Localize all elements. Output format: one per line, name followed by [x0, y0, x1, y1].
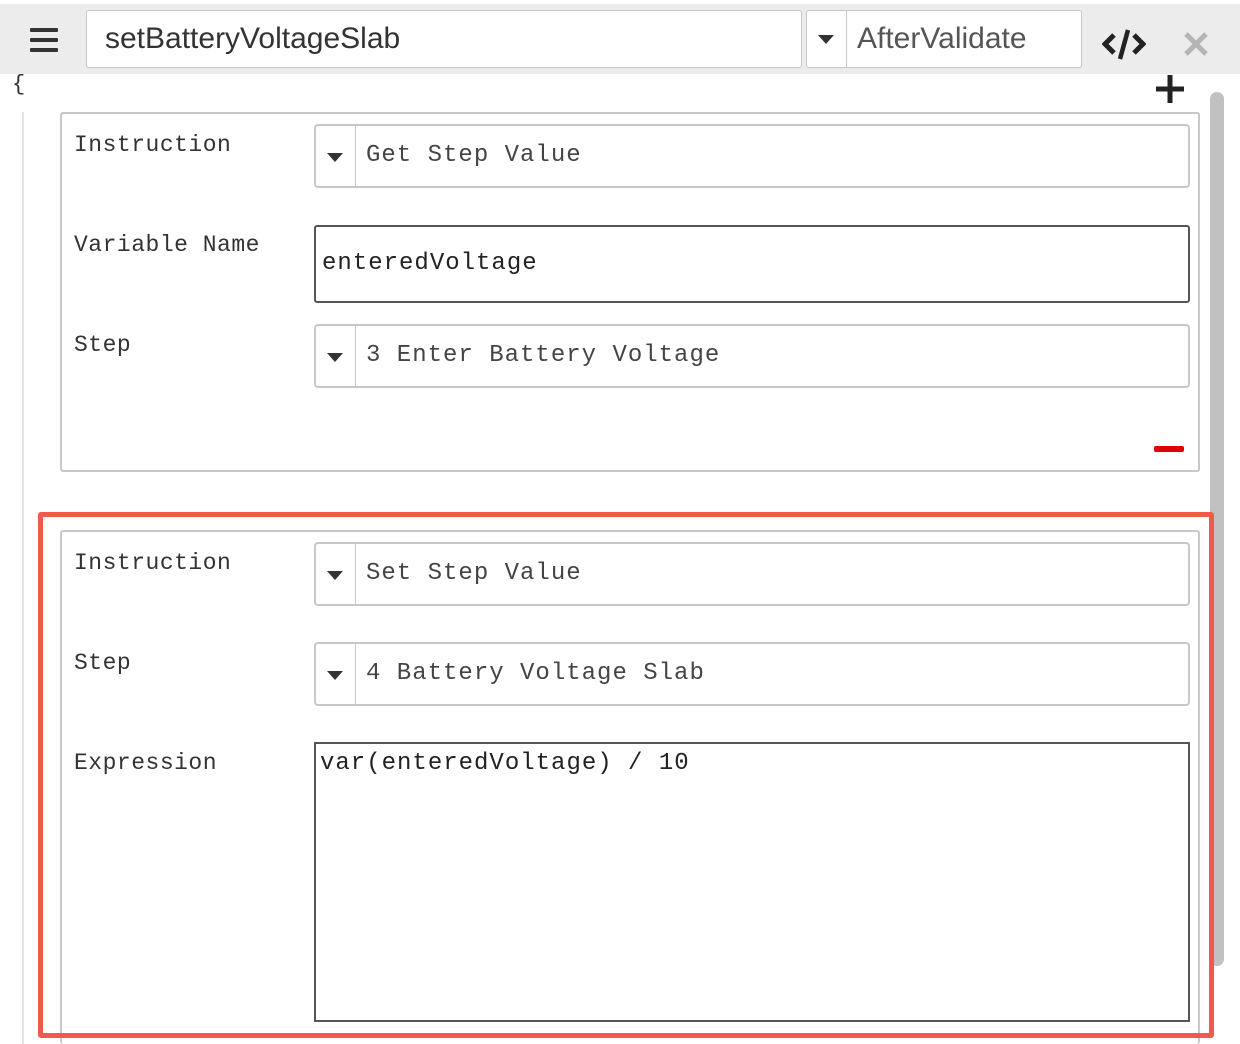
field-label: Variable Name	[74, 232, 260, 258]
field-label: Step	[74, 650, 132, 676]
dropdown-arrow[interactable]	[316, 126, 356, 186]
event-select-value: AfterValidate	[857, 22, 1027, 55]
step-select-value: 4 Battery Voltage Slab	[366, 660, 705, 687]
chevron-down-icon	[818, 35, 834, 44]
field-label: Instruction	[74, 550, 232, 576]
variable-name-input[interactable]: enteredVoltage	[314, 225, 1190, 303]
expression-textarea[interactable]: var(enteredVoltage) / 10	[314, 742, 1190, 1022]
chevron-down-icon	[327, 671, 343, 680]
dropdown-arrow[interactable]	[316, 644, 356, 704]
dropdown-arrow[interactable]	[316, 326, 356, 386]
rule-name-input[interactable]: setBatteryVoltageSlab	[86, 10, 802, 68]
instruction-select-value: Set Step Value	[366, 560, 582, 587]
dropdown-arrow[interactable]	[316, 544, 356, 604]
indent-guide	[22, 112, 24, 1044]
step-select-value: 3 Enter Battery Voltage	[366, 342, 721, 369]
instruction-select-value: Get Step Value	[366, 142, 582, 169]
field-label: Step	[74, 332, 132, 358]
instruction-select[interactable]: Set Step Value	[314, 542, 1190, 606]
code-icon[interactable]	[1102, 26, 1146, 62]
chevron-down-icon	[327, 571, 343, 580]
field-label: Expression	[74, 750, 218, 776]
field-label: Instruction	[74, 132, 232, 158]
instruction-select[interactable]: Get Step Value	[314, 124, 1190, 188]
instruction-block: Instruction Set Step Value Step 4 Batter…	[60, 530, 1200, 1044]
menu-icon[interactable]	[30, 28, 58, 52]
dropdown-arrow[interactable]	[807, 11, 847, 67]
step-select[interactable]: 3 Enter Battery Voltage	[314, 324, 1190, 388]
chevron-down-icon	[327, 353, 343, 362]
chevron-down-icon	[327, 153, 343, 162]
close-icon[interactable]	[1182, 30, 1210, 58]
step-select[interactable]: 4 Battery Voltage Slab	[314, 642, 1190, 706]
open-brace: {	[12, 72, 26, 97]
add-instruction-icon[interactable]	[1155, 74, 1185, 104]
event-select[interactable]: AfterValidate	[806, 10, 1082, 68]
instruction-block: Instruction Get Step Value Variable Name…	[60, 112, 1200, 472]
scrollbar-thumb[interactable]	[1210, 92, 1224, 966]
remove-instruction-icon[interactable]	[1154, 446, 1184, 452]
rule-toolbar: setBatteryVoltageSlab AfterValidate	[0, 4, 1240, 74]
